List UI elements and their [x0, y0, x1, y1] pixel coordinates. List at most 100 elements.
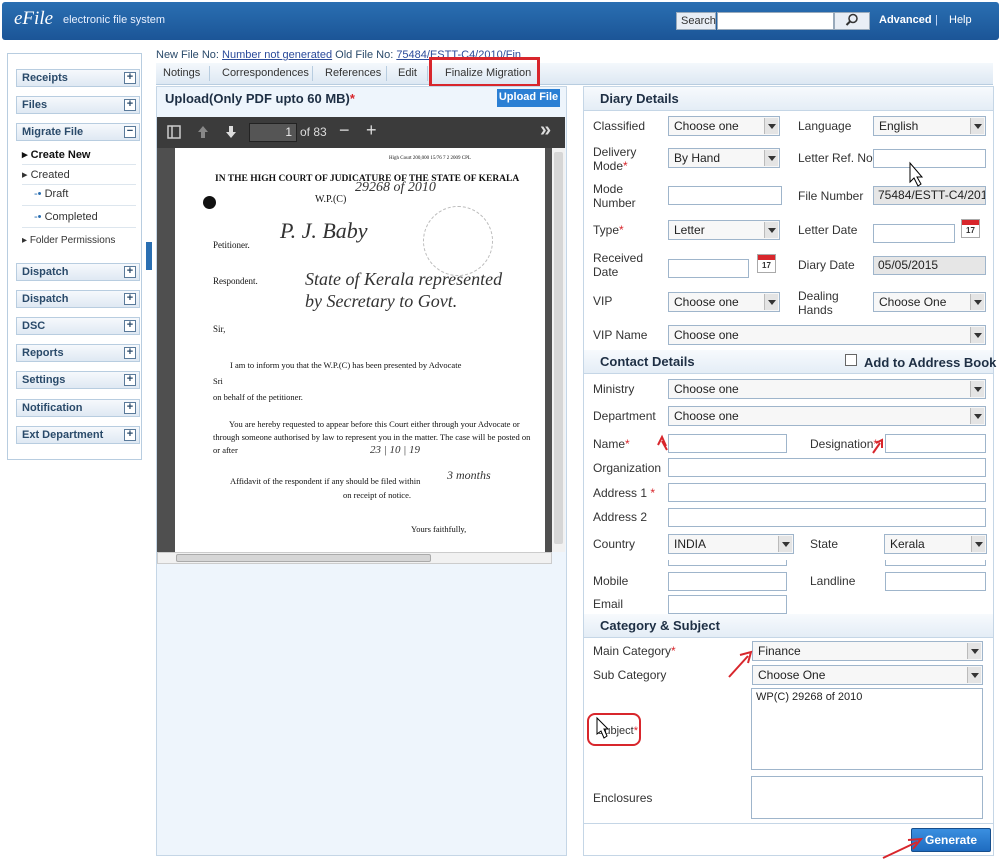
- address1-input[interactable]: [668, 483, 986, 502]
- previous-page-icon[interactable]: [197, 125, 209, 139]
- doc-posting-date: 23 | 10 | 19: [370, 444, 421, 456]
- add-to-address-book-checkbox[interactable]: [845, 354, 857, 366]
- sidebar-item-migrate-file[interactable]: Migrate File −: [16, 123, 140, 141]
- expand-icon[interactable]: +: [124, 99, 136, 111]
- delivery-mode-select[interactable]: By Hand: [668, 148, 780, 168]
- address2-input[interactable]: [668, 508, 986, 527]
- file-tabs: Notings Correspondences References Edit …: [156, 63, 993, 85]
- sidebar-item-reports[interactable]: Reports +: [16, 344, 140, 362]
- sidebar-item-dispatch-2[interactable]: Dispatch +: [16, 290, 140, 308]
- sidebar-toggle-handle[interactable]: [146, 242, 152, 270]
- sidebar-sub-create-new[interactable]: ▸ Create New: [22, 148, 91, 161]
- sidebar-item-dispatch[interactable]: Dispatch +: [16, 263, 140, 281]
- collapse-icon[interactable]: −: [124, 126, 136, 138]
- advanced-link[interactable]: Advanced: [879, 14, 932, 26]
- next-page-icon[interactable]: [225, 125, 237, 139]
- country-label: Country: [593, 537, 636, 551]
- letter-date-input[interactable]: [873, 224, 955, 243]
- sidebar-item-receipts[interactable]: Receipts +: [16, 69, 140, 87]
- expand-icon[interactable]: +: [124, 347, 136, 359]
- expand-icon[interactable]: +: [124, 374, 136, 386]
- expand-icon[interactable]: +: [124, 429, 136, 441]
- page-number-input[interactable]: 1: [249, 123, 297, 142]
- sidebar-item-ext-department[interactable]: Ext Department +: [16, 426, 140, 444]
- divider: [22, 227, 136, 228]
- scroll-thumb[interactable]: [554, 152, 563, 544]
- sidebar-sub-draft[interactable]: -• Draft: [34, 188, 68, 200]
- search-button[interactable]: [834, 12, 870, 30]
- received-date-input[interactable]: [668, 259, 749, 278]
- upload-file-button[interactable]: Upload File: [497, 89, 560, 107]
- tab-references[interactable]: References: [325, 67, 381, 79]
- vip-name-select[interactable]: Choose one: [668, 325, 986, 345]
- type-select[interactable]: Letter: [668, 220, 780, 240]
- sidebar-sub-created[interactable]: ▸ Created: [22, 168, 70, 181]
- landline-input[interactable]: [885, 572, 986, 591]
- email-input[interactable]: [668, 595, 787, 614]
- doc-wpc: W.P.(C): [315, 194, 347, 205]
- country-select[interactable]: INDIA: [668, 534, 794, 554]
- tab-correspondences[interactable]: Correspondences: [222, 67, 309, 79]
- mobile-label: Mobile: [593, 574, 629, 588]
- designation-input[interactable]: [885, 434, 986, 453]
- sub-category-select[interactable]: Choose One: [752, 665, 983, 685]
- mobile-input[interactable]: [668, 572, 787, 591]
- chevron-down-icon: [764, 222, 778, 238]
- organization-input[interactable]: [668, 458, 986, 477]
- pdf-horizontal-scrollbar[interactable]: [157, 552, 552, 564]
- main-category-select[interactable]: Finance: [752, 641, 983, 661]
- chevron-down-icon: [970, 408, 984, 424]
- name-input[interactable]: [668, 434, 787, 453]
- classified-label: Classified: [593, 119, 646, 133]
- sidebar-item-label: Dispatch: [22, 266, 69, 278]
- more-tools-button[interactable]: »: [540, 119, 551, 142]
- mode-number-input[interactable]: [668, 186, 782, 205]
- sidebar-item-settings[interactable]: Settings +: [16, 371, 140, 389]
- generate-button[interactable]: Generate: [911, 828, 991, 852]
- vip-select[interactable]: Choose one: [668, 292, 780, 312]
- file-number-field: 75484/ESTT-C4/2010/Fin: [873, 186, 986, 205]
- calendar-icon[interactable]: 17: [757, 254, 776, 273]
- zoom-out-button[interactable]: −: [339, 120, 350, 141]
- zoom-in-button[interactable]: +: [366, 120, 377, 141]
- sidebar-item-files[interactable]: Files +: [16, 96, 140, 114]
- search-icon: [845, 13, 858, 26]
- sidebar: Receipts + Files + Migrate File − ▸ Create …: [7, 53, 142, 460]
- classified-select[interactable]: Choose one: [668, 116, 780, 136]
- chevron-down-icon: [764, 118, 778, 134]
- sidebar-item-dsc[interactable]: DSC +: [16, 317, 140, 335]
- sidebar-toggle-icon[interactable]: [167, 125, 181, 139]
- subject-textarea[interactable]: WP(C) 29268 of 2010: [751, 688, 983, 770]
- enclosures-textarea[interactable]: [751, 776, 983, 819]
- doc-paragraph-1b: Sri: [213, 376, 223, 386]
- pdf-vertical-scrollbar[interactable]: [552, 148, 565, 552]
- expand-icon[interactable]: +: [124, 266, 136, 278]
- chevron-down-icon: [764, 294, 778, 310]
- expand-icon[interactable]: +: [124, 293, 136, 305]
- dealing-hands-select[interactable]: Choose One: [873, 292, 986, 312]
- state-select[interactable]: Kerala: [884, 534, 987, 554]
- sidebar-item-notification[interactable]: Notification +: [16, 399, 140, 417]
- search-input[interactable]: [717, 12, 834, 30]
- pdf-viewer[interactable]: High Court 200,000 15/76 7 2 2009 CPL IN…: [157, 148, 565, 552]
- sidebar-item-label: Reports: [22, 347, 64, 359]
- email-label: Email: [593, 597, 624, 611]
- sidebar-item-label: Files: [22, 99, 48, 111]
- letter-ref-input[interactable]: [873, 149, 986, 168]
- state-label: State: [810, 537, 839, 551]
- scroll-thumb[interactable]: [176, 554, 431, 562]
- language-select[interactable]: English: [873, 116, 986, 136]
- department-select[interactable]: Choose one: [668, 406, 986, 426]
- expand-icon[interactable]: +: [124, 320, 136, 332]
- expand-icon[interactable]: +: [124, 72, 136, 84]
- tab-notings[interactable]: Notings: [163, 67, 200, 79]
- help-link[interactable]: Help: [949, 14, 972, 26]
- sidebar-sub-completed[interactable]: -• Completed: [34, 211, 98, 223]
- letter-date-label: Letter Date: [798, 223, 858, 237]
- organization-label: Organization: [593, 461, 662, 475]
- calendar-icon[interactable]: 17: [961, 219, 980, 238]
- expand-icon[interactable]: +: [124, 402, 136, 414]
- tab-edit[interactable]: Edit: [398, 67, 417, 79]
- ministry-select[interactable]: Choose one: [668, 379, 986, 399]
- sidebar-sub-folder-permissions[interactable]: ▸ Folder Permissions: [22, 235, 115, 246]
